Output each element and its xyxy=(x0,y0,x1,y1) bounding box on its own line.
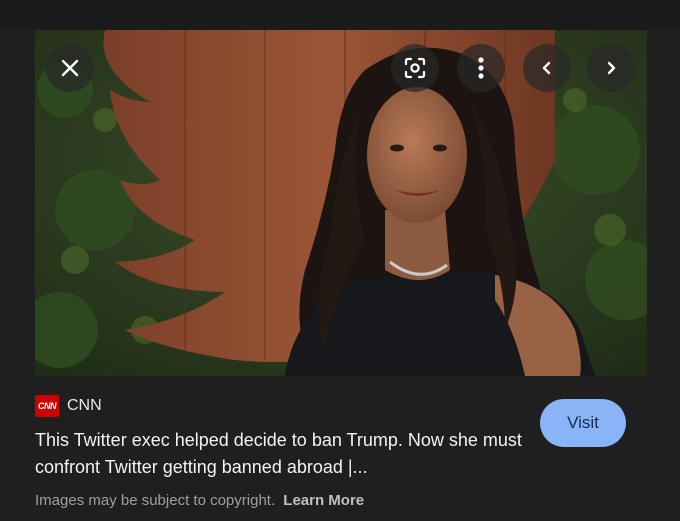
previous-button[interactable] xyxy=(523,44,571,92)
copyright-notice: Images may be subject to copyright. Lear… xyxy=(35,492,364,509)
more-options-button[interactable] xyxy=(457,44,505,92)
cnn-logo: CNN xyxy=(35,395,59,417)
preview-image[interactable] xyxy=(35,30,647,376)
top-bar xyxy=(0,0,680,30)
copyright-text: Images may be subject to copyright. xyxy=(35,492,276,509)
chevron-left-icon xyxy=(540,61,554,75)
lens-icon xyxy=(403,56,427,80)
source-name: CNN xyxy=(67,397,102,414)
source-row[interactable]: CNN CNN xyxy=(35,394,102,418)
next-button[interactable] xyxy=(587,44,635,92)
close-icon xyxy=(59,57,81,79)
close-button[interactable] xyxy=(46,44,94,92)
visit-button[interactable]: Visit xyxy=(540,399,626,447)
lens-button[interactable] xyxy=(391,44,439,92)
chevron-right-icon xyxy=(604,61,618,75)
result-headline[interactable]: This Twitter exec helped decide to ban T… xyxy=(35,427,525,481)
more-vert-icon xyxy=(478,57,484,79)
learn-more-link[interactable]: Learn More xyxy=(283,492,364,509)
